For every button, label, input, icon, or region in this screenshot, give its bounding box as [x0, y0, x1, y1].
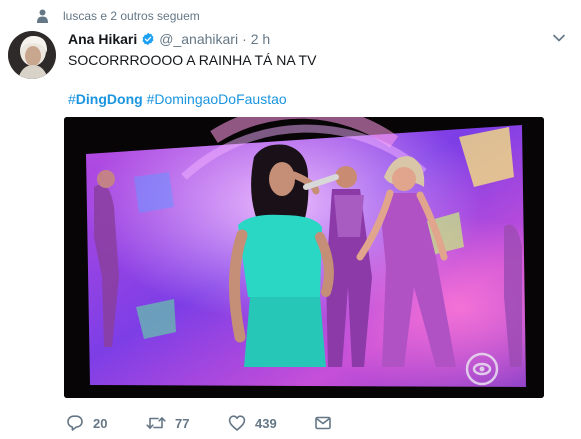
- person-icon: [37, 9, 48, 23]
- author-handle[interactable]: @_anahikari: [159, 31, 238, 47]
- like-button[interactable]: 439: [228, 414, 314, 432]
- verified-badge-icon: [142, 32, 154, 46]
- hashtag-symbol: #: [68, 91, 76, 107]
- retweet-count: 77: [175, 415, 190, 431]
- tv-stage-photo: [64, 117, 544, 398]
- hashtag-domingaodofaustao[interactable]: #DomingaoDoFaustao: [147, 91, 287, 107]
- social-context-text[interactable]: luscas e 2 outros seguem: [63, 9, 200, 23]
- heart-icon: [228, 415, 246, 431]
- chevron-down-icon[interactable]: [552, 31, 566, 45]
- avatar[interactable]: [8, 31, 56, 79]
- hashtags: #DingDong #DomingaoDoFaustao: [68, 90, 287, 108]
- reply-count: 20: [93, 415, 108, 431]
- social-context: luscas e 2 outros seguem: [37, 7, 200, 25]
- header-separator: ·: [242, 31, 247, 47]
- envelope-icon: [315, 416, 331, 430]
- tweet-text: SOCORRROOOO A RAINHA TÁ NA TV: [68, 52, 317, 68]
- reply-button[interactable]: 20: [66, 414, 146, 432]
- reply-icon: [67, 415, 83, 431]
- retweet-icon: [146, 417, 166, 429]
- tweet-actions: 20 77 439: [66, 412, 332, 434]
- retweet-button[interactable]: 77: [146, 414, 228, 432]
- tweet-header: Ana Hikari @_anahikari · 2 h: [68, 30, 270, 48]
- hashtag-dingdong[interactable]: #DingDong: [68, 91, 143, 107]
- avatar-image: [8, 31, 56, 79]
- author-name[interactable]: Ana Hikari: [68, 31, 137, 47]
- like-count: 439: [255, 415, 277, 431]
- hashtag-word: DomingaoDoFaustao: [154, 91, 287, 107]
- tweet-media-photo[interactable]: [64, 117, 544, 398]
- direct-message-button[interactable]: [314, 414, 332, 432]
- timestamp[interactable]: 2 h: [251, 31, 270, 47]
- hashtag-word: DingDong: [75, 91, 143, 107]
